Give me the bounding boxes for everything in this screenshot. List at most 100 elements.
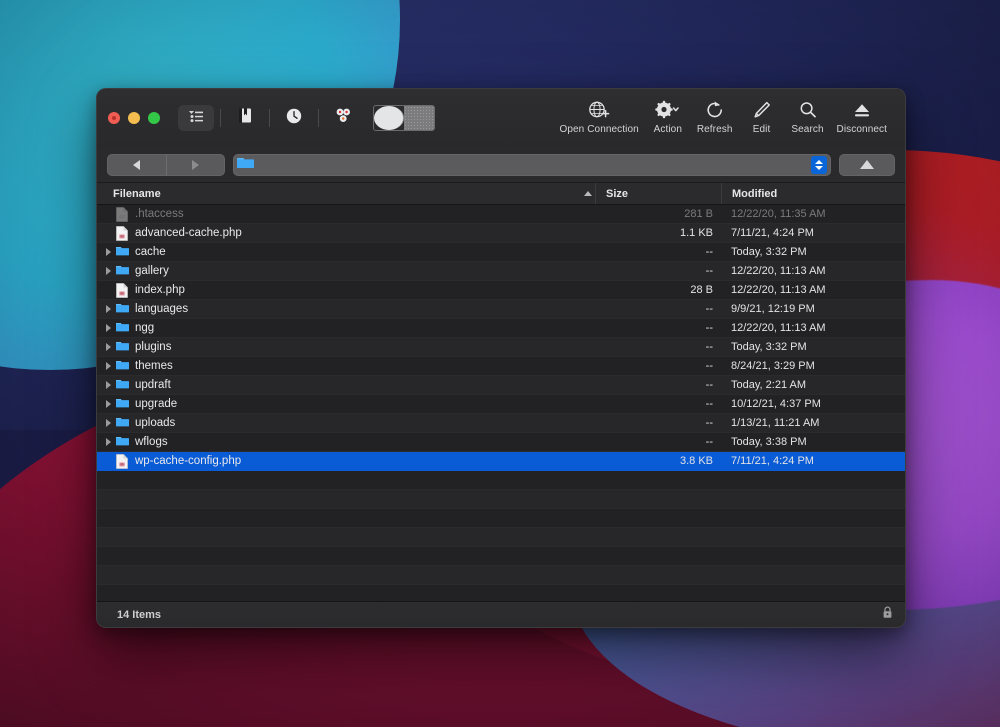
path-field[interactable] — [233, 154, 831, 176]
file-name-label: plugins — [135, 341, 171, 353]
file-row[interactable]: cache--Today, 3:32 PM — [97, 243, 905, 262]
disclosure-triangle[interactable] — [100, 438, 116, 446]
disclosure-triangle[interactable] — [100, 305, 116, 313]
column-header-modified[interactable]: Modified — [721, 183, 905, 204]
file-row[interactable]: gallery--12/22/20, 11:13 AM — [97, 262, 905, 281]
forward-button[interactable] — [166, 155, 225, 175]
file-row[interactable]: advanced-cache.php1.1 KB7/11/21, 4:24 PM — [97, 224, 905, 243]
close-button[interactable] — [108, 112, 120, 124]
column-header-size[interactable]: Size — [595, 183, 721, 204]
action-button[interactable]: Action — [645, 99, 691, 135]
desktop-background: Open Connection — [0, 0, 1000, 727]
edit-button[interactable]: Edit — [739, 99, 785, 135]
disclosure-triangle[interactable] — [100, 343, 116, 351]
file-modified-label: Today, 3:32 PM — [721, 341, 905, 353]
file-row[interactable]: upgrade--10/12/21, 4:37 PM — [97, 395, 905, 414]
disclosure-chevron-icon[interactable] — [106, 305, 111, 313]
minimize-button[interactable] — [128, 112, 140, 124]
disclosure-triangle[interactable] — [100, 248, 116, 256]
disclosure-chevron-icon[interactable] — [106, 400, 111, 408]
folder-icon — [116, 245, 129, 260]
file-row[interactable]: uploads--1/13/21, 11:21 AM — [97, 414, 905, 433]
disclosure-chevron-icon[interactable] — [106, 362, 111, 370]
toolbar-divider-3 — [318, 109, 319, 127]
file-modified-label: 8/24/21, 3:29 PM — [721, 360, 905, 372]
transfers-icon — [335, 108, 352, 128]
file-size-label: -- — [595, 265, 721, 277]
open-connection-button[interactable]: Open Connection — [553, 99, 644, 135]
disclosure-chevron-icon[interactable] — [106, 419, 111, 427]
file-modified-label: Today, 3:32 PM — [721, 246, 905, 258]
file-name-label: .htaccess — [135, 208, 184, 220]
disclosure-chevron-icon[interactable] — [106, 343, 111, 351]
path-stepper[interactable] — [811, 156, 827, 174]
connection-lock[interactable] — [882, 606, 893, 624]
disconnect-button[interactable]: Disconnect — [831, 99, 893, 135]
browser-tab-button[interactable] — [178, 105, 214, 131]
file-modified-label: 7/11/21, 4:24 PM — [721, 227, 905, 239]
file-row-name-cell: upgrade — [97, 397, 595, 412]
file-row[interactable]: themes--8/24/21, 3:29 PM — [97, 357, 905, 376]
pane-toggle-right[interactable] — [404, 106, 434, 130]
toolbar-divider-2 — [269, 109, 270, 127]
file-row[interactable]: index.php28 B12/22/20, 11:13 AM — [97, 281, 905, 300]
folder-icon — [116, 302, 129, 317]
disclosure-chevron-icon[interactable] — [106, 324, 111, 332]
file-row[interactable]: plugins--Today, 3:32 PM — [97, 338, 905, 357]
file-size-label: 1.1 KB — [595, 227, 721, 239]
column-header-filename[interactable]: Filename — [97, 183, 595, 204]
refresh-icon — [705, 99, 725, 121]
empty-list-row — [97, 490, 905, 509]
disclosure-triangle[interactable] — [100, 381, 116, 389]
parent-folder-button[interactable] — [839, 154, 895, 176]
file-modified-label: Today, 3:38 PM — [721, 436, 905, 448]
file-modified-label: Today, 2:21 AM — [721, 379, 905, 391]
column-headers: Filename Size Modified — [97, 183, 905, 205]
file-row[interactable]: .htaccess281 B12/22/20, 11:35 AM — [97, 205, 905, 224]
arrow-up-icon — [860, 160, 874, 169]
file-row[interactable]: wp-cache-config.php3.8 KB7/11/21, 4:24 P… — [97, 452, 905, 471]
history-button[interactable] — [276, 105, 312, 131]
disclosure-chevron-icon[interactable] — [106, 248, 111, 256]
file-modified-label: 12/22/20, 11:13 AM — [721, 284, 905, 296]
file-row[interactable]: languages--9/9/21, 12:19 PM — [97, 300, 905, 319]
disclosure-triangle[interactable] — [100, 419, 116, 427]
file-row-name-cell: .htaccess — [97, 207, 595, 222]
toolbar-divider-1 — [220, 109, 221, 127]
refresh-button[interactable]: Refresh — [691, 99, 739, 135]
disclosure-triangle[interactable] — [100, 324, 116, 332]
pencil-icon — [752, 99, 772, 121]
folder-icon — [116, 435, 129, 450]
file-row[interactable]: wflogs--Today, 3:38 PM — [97, 433, 905, 452]
file-name-label: upgrade — [135, 398, 177, 410]
search-button[interactable]: Search — [785, 99, 831, 135]
file-name-label: languages — [135, 303, 188, 315]
bookmarks-button[interactable] — [227, 105, 263, 131]
clock-icon — [286, 108, 302, 129]
file-row[interactable]: ngg--12/22/20, 11:13 AM — [97, 319, 905, 338]
file-list[interactable]: .htaccess281 B12/22/20, 11:35 AMadvanced… — [97, 205, 905, 601]
zoom-button[interactable] — [148, 112, 160, 124]
pane-toggle-left[interactable] — [374, 106, 404, 130]
column-header-filename-label: Filename — [113, 188, 161, 200]
disclosure-chevron-icon[interactable] — [106, 381, 111, 389]
disclosure-triangle[interactable] — [100, 267, 116, 275]
file-size-label: 3.8 KB — [595, 455, 721, 467]
file-modified-label: 12/22/20, 11:35 AM — [721, 208, 905, 220]
disclosure-chevron-icon[interactable] — [106, 438, 111, 446]
window-titlebar: Open Connection — [97, 89, 905, 147]
file-name-label: gallery — [135, 265, 169, 277]
disclosure-triangle[interactable] — [100, 362, 116, 370]
disclosure-chevron-icon[interactable] — [106, 267, 111, 275]
dual-pane-toggle[interactable] — [373, 105, 435, 131]
back-forward-segmented-control[interactable] — [107, 154, 225, 176]
back-button[interactable] — [108, 155, 166, 175]
file-size-label: -- — [595, 379, 721, 391]
chevron-right-icon — [192, 160, 199, 170]
folder-icon — [116, 378, 129, 393]
disclosure-triangle[interactable] — [100, 400, 116, 408]
file-row-name-cell: cache — [97, 245, 595, 260]
file-row[interactable]: updraft--Today, 2:21 AM — [97, 376, 905, 395]
transfers-button[interactable] — [325, 105, 361, 131]
folder-icon — [116, 359, 129, 374]
